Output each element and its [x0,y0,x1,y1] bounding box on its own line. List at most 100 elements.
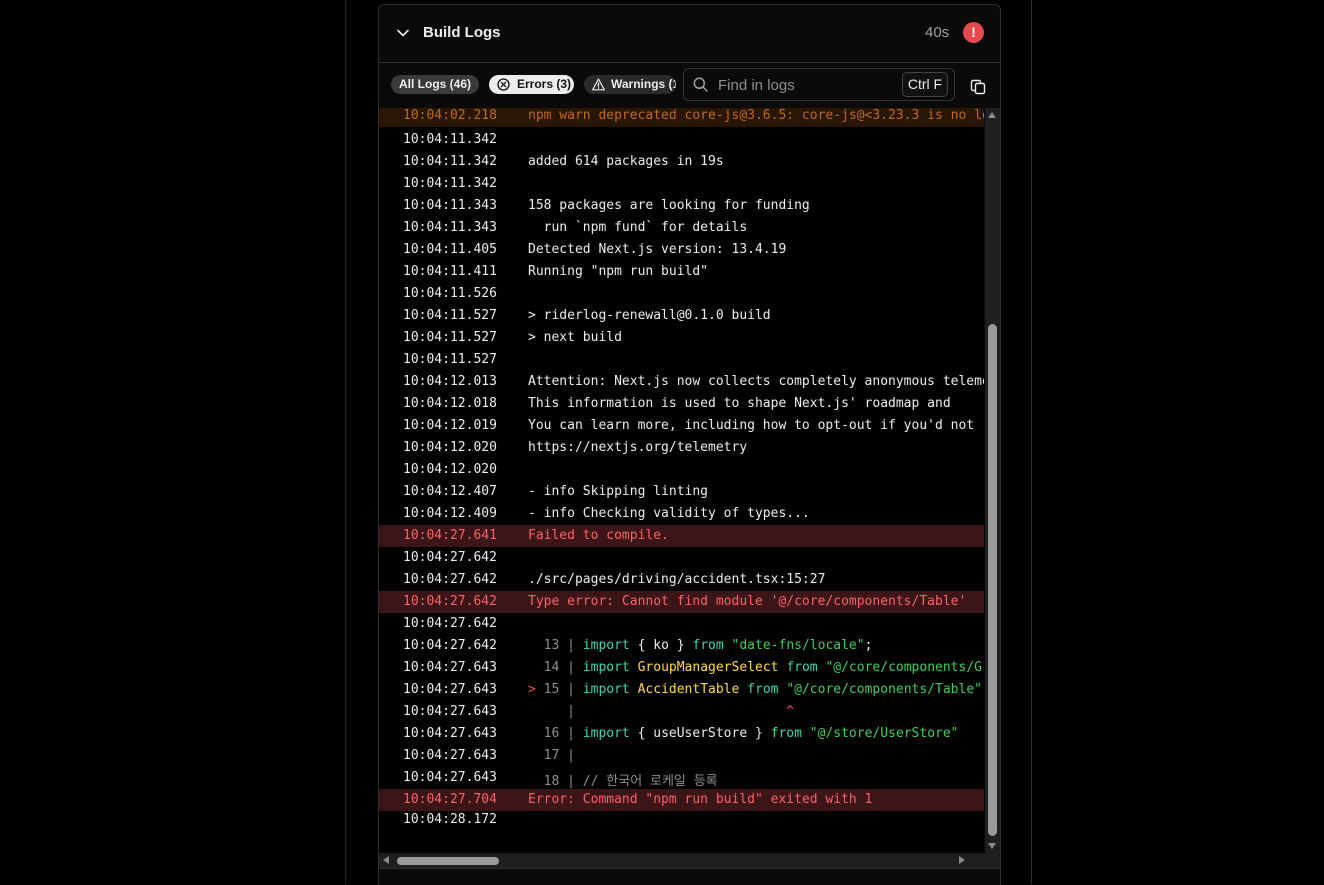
filter-warnings[interactable]: Warnings (1) [584,75,676,94]
scroll-down-arrow-icon[interactable] [988,843,996,849]
scroll-left-arrow-icon[interactable] [383,856,389,864]
horizontal-scrollbar[interactable] [379,853,985,868]
log-message: | ^ [528,704,794,719]
log-message: run `npm fund` for details [528,220,748,235]
log-timestamp: 10:04:12.020 [403,462,497,477]
log-timestamp: 10:04:27.641 [403,528,497,543]
code-token-kw: import [582,660,630,675]
log-timestamp: 10:04:11.342 [403,154,497,169]
log-timestamp: 10:04:28.172 [403,812,497,827]
log-timestamp: 10:04:11.405 [403,242,497,257]
filter-errors[interactable]: Errors (3) [489,75,574,94]
log-row: 10:04:12.019 You can learn more, includin… [379,415,984,437]
page-divider-left [345,0,346,884]
scroll-up-arrow-icon[interactable] [988,112,996,118]
horizontal-scroll-thumb[interactable] [397,857,499,865]
log-row: 10:04:12.020 https://nextjs.org/telemetry [379,437,984,459]
log-row: 10:04:11.405 Detected Next.js version: 13… [379,239,984,261]
code-token-id: AccidentTable [637,682,740,697]
code-token-kw: from [770,726,802,741]
copy-icon[interactable] [970,79,986,95]
build-logs-panel: Build Logs 40s ! All Logs (46) Errors (3… [378,4,1001,885]
log-message: Failed to compile. [528,528,669,543]
log-text: added 614 packages in 19s [528,154,724,169]
log-message: npm warn deprecated core-js@3.6.5: core-… [528,108,984,123]
log-timestamp: 10:04:11.411 [403,264,497,279]
filter-all-logs[interactable]: All Logs (46) [391,75,479,94]
panel-title: Build Logs [423,24,501,41]
code-token-kw: import [582,682,630,697]
search-input[interactable] [716,74,900,96]
code-token-ln: 14 | [528,660,583,675]
log-timestamp: 10:04:27.642 [403,550,497,565]
log-row: 10:04:11.342 [379,173,984,195]
build-logs-header[interactable]: Build Logs 40s ! [379,5,1000,63]
code-token-ln: 16 | [528,726,583,741]
log-timestamp: 10:04:12.019 [403,418,497,433]
log-text: Running "npm run build" [528,264,709,279]
log-timestamp: 10:04:11.527 [403,330,497,345]
log-message: Error: Command "npm run build" exited wi… [528,792,872,807]
log-row: 10:04:11.527 > next build [379,327,984,349]
log-row: 10:04:27.643 17 | [379,745,984,767]
log-message: 158 packages are looking for funding [528,198,810,213]
code-token-ln: 13 | [528,638,583,653]
circle-x-icon [497,78,510,91]
log-timestamp: 10:04:12.409 [403,506,497,521]
code-token-str: "@/core/components/GroupManagerSelect" [825,660,984,675]
code-token-ln: 15 | [543,682,583,697]
log-timestamp: 10:04:27.643 [403,704,497,719]
log-row: 10:04:27.643 > 15 | import AccidentTable … [379,679,984,701]
log-timestamp: 10:04:27.643 [403,682,497,697]
code-token-cm: // 한국어 로케일 등록 [582,774,718,789]
code-token-kw: from [692,638,724,653]
log-timestamp: 10:04:11.343 [403,198,497,213]
warning-triangle-icon [592,78,605,91]
vertical-scroll-thumb[interactable] [988,324,997,836]
log-message: Running "npm run build" [528,264,708,279]
log-text: https://nextjs.org/telemetry [528,440,748,455]
code-token-kw: import [582,638,630,653]
log-row: 10:04:11.342 added 614 packages in 19s [379,151,984,173]
page-divider-right [1031,0,1032,884]
chevron-down-icon[interactable] [396,26,410,40]
code-token-ln: 18 | [528,774,583,789]
log-row: 10:04:11.343 158 packages are looking for… [379,195,984,217]
log-timestamp: 10:04:27.643 [403,660,497,675]
log-timestamp: 10:04:27.642 [403,638,497,653]
code-token-str: "date-fns/locale" [731,638,865,653]
log-row-error: 10:04:27.704 Error: Command "npm run buil… [379,789,984,811]
code-token-str: "@/core/components/Table" [786,682,982,697]
log-timestamp: 10:04:27.704 [403,792,497,807]
log-message: > riderlog-renewall@0.1.0 build [528,308,771,323]
log-viewer[interactable]: 10:04:02.218 npm warn deprecated core-js@… [379,108,984,853]
log-timestamp: 10:04:11.343 [403,220,497,235]
log-timestamp: 10:04:11.527 [403,308,497,323]
log-row: 10:04:11.527 > riderlog-renewall@0.1.0 bu… [379,305,984,327]
log-message: > 15 | import AccidentTable from "@/core… [528,682,982,697]
log-row: 10:04:11.411 Running "npm run build" [379,261,984,283]
log-timestamp: 10:04:11.526 [403,286,497,301]
log-text: npm warn deprecated core-js@3.6.5: core-… [528,108,984,123]
log-text: You can learn more, including how to opt… [528,418,975,433]
log-timestamp: 10:04:27.642 [403,594,497,609]
code-token-id: GroupManagerSelect [637,660,779,675]
log-text: > next build [528,330,622,345]
vertical-scrollbar[interactable] [985,108,1000,853]
code-token-ln: | [528,704,583,719]
scroll-right-arrow-icon[interactable] [959,856,965,864]
log-text: run `npm fund` for details [528,220,748,235]
log-row: 10:04:27.643 18 | // 한국어 로케일 등록 [379,767,984,789]
search-shortcut-hint: Ctrl F [902,72,948,97]
log-text: Error: Command "npm run build" exited wi… [528,792,873,807]
log-row-error: 10:04:27.642 Type error: Cannot find modu… [379,591,984,613]
log-message: 16 | import { useUserStore } from "@/sto… [528,726,959,741]
log-text: - info Checking validity of types... [528,506,810,521]
log-timestamp: 10:04:27.642 [403,572,497,587]
log-row: 10:04:12.407 - info Skipping linting [379,481,984,503]
log-message: You can learn more, including how to opt… [528,418,974,433]
